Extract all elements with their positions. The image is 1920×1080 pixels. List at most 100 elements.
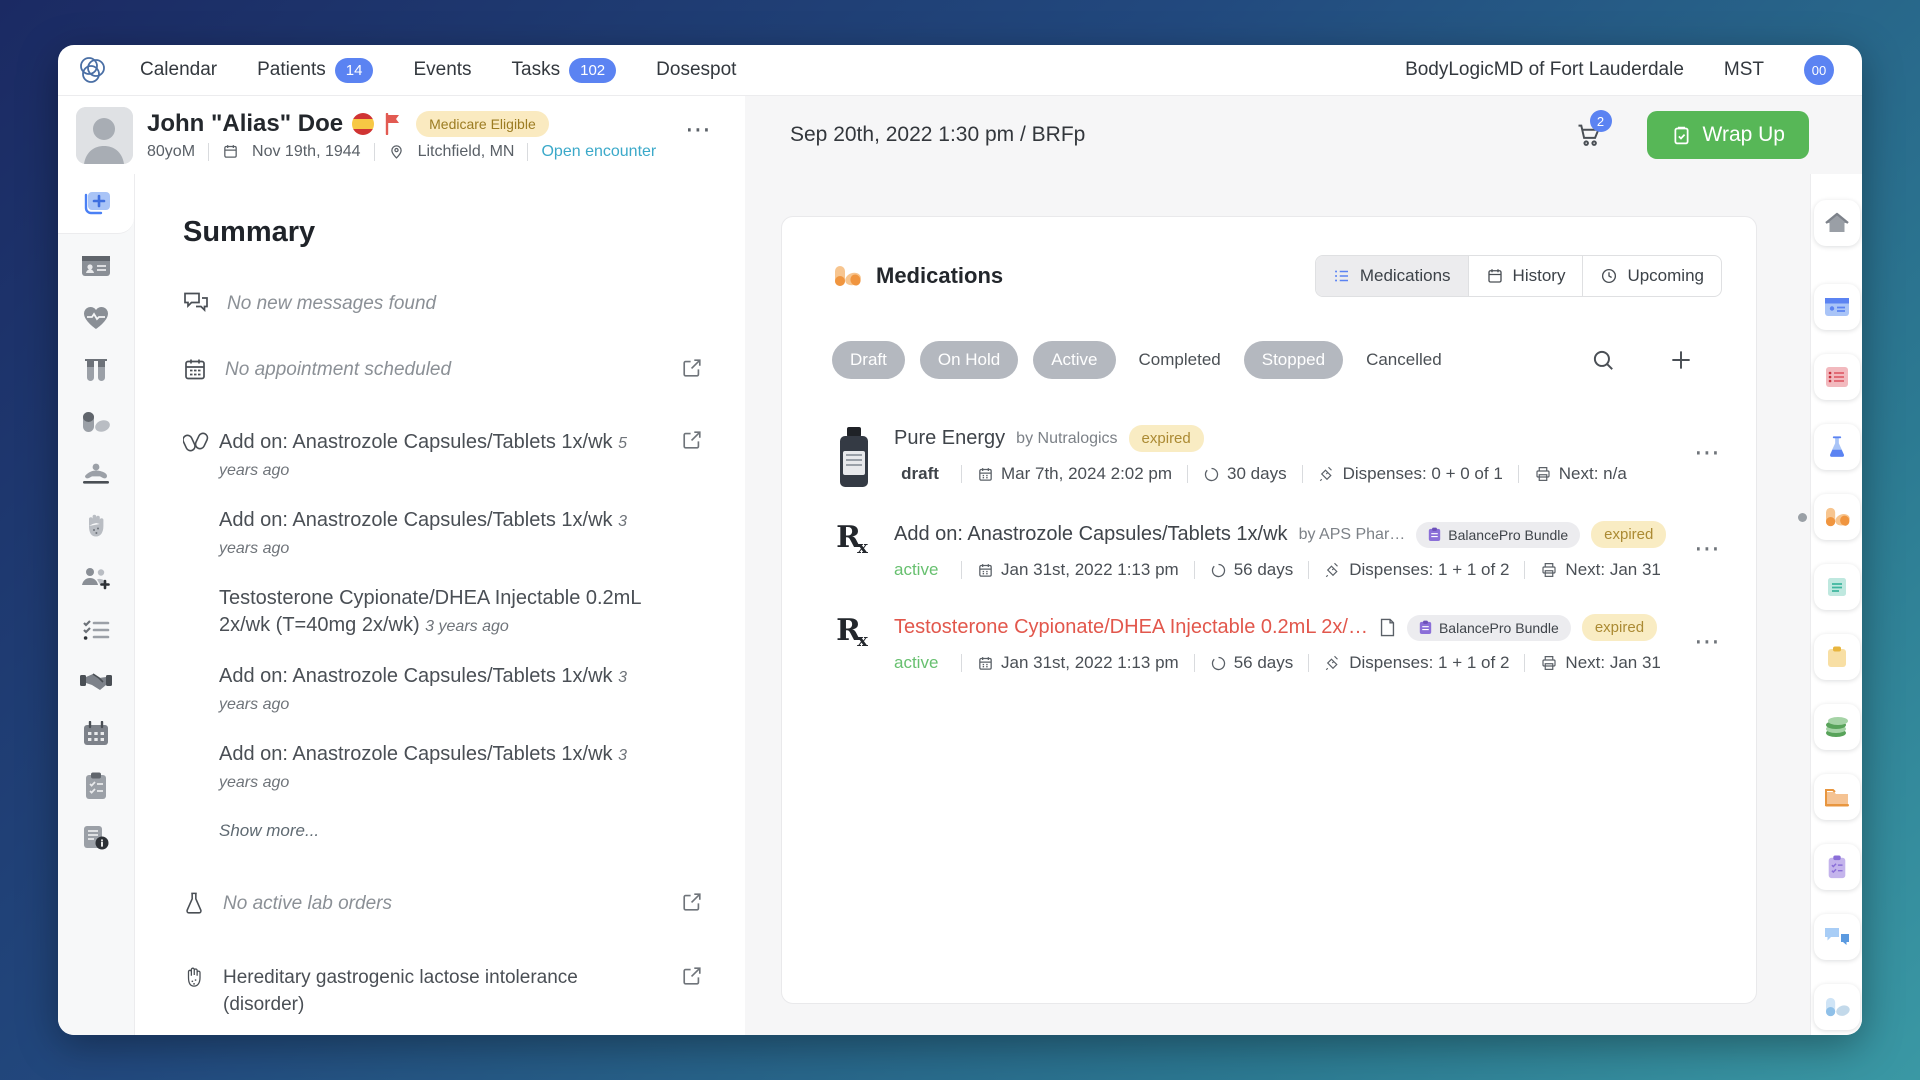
filter-stopped[interactable]: Stopped	[1244, 341, 1343, 379]
medication-title[interactable]: Pure Energy	[894, 427, 1005, 450]
rail-item-home[interactable]	[1814, 200, 1860, 246]
medication-text[interactable]: Add on: Anastrozole Capsules/Tablets 1x/…	[219, 741, 659, 795]
filter-actions	[1590, 347, 1722, 373]
add-medication-icon[interactable]	[1668, 347, 1694, 373]
wrap-up-label: Wrap Up	[1703, 123, 1785, 147]
home-icon	[1824, 211, 1850, 235]
external-link-icon[interactable]	[681, 429, 703, 451]
nav-item-calendar[interactable]: Calendar	[140, 58, 217, 83]
nav-item-tasks[interactable]: Tasks 102	[512, 58, 617, 83]
rail-item-patient-card[interactable]	[1814, 284, 1860, 330]
right-rail	[1810, 174, 1862, 1035]
rail-item-treatment[interactable]	[76, 454, 116, 494]
row-menu-button[interactable]: ⋯	[1694, 425, 1722, 468]
row-menu-button[interactable]: ⋯	[1694, 614, 1722, 657]
nav-label: Tasks	[512, 59, 561, 81]
external-link-icon[interactable]	[681, 357, 703, 379]
nav-item-dosespot[interactable]: Dosespot	[656, 58, 736, 83]
patient-dob: Nov 19th, 1944	[252, 143, 361, 161]
rail-item-patient-card[interactable]	[76, 246, 116, 286]
open-encounter-link[interactable]: Open encounter	[541, 143, 656, 161]
medication-by: by Nutralogics	[1016, 430, 1117, 448]
summary-medication-item: Add on: Anastrozole Capsules/Tablets 1x/…	[183, 663, 703, 717]
nav-item-patients[interactable]: Patients 14	[257, 58, 373, 83]
calendar-icon	[222, 143, 239, 160]
rail-item-labs[interactable]	[76, 350, 116, 390]
patient-photo[interactable]	[76, 107, 133, 164]
medication-row[interactable]: Rx Testosterone Cypionate/DHEA Injectabl…	[832, 614, 1722, 673]
rail-item-note-add[interactable]	[58, 174, 134, 234]
rail-item-orders[interactable]	[1814, 844, 1860, 890]
calendar-icon	[977, 655, 994, 672]
rx-icon: Rx	[836, 616, 872, 646]
search-icon[interactable]	[1590, 347, 1616, 373]
rail-item-document-info[interactable]	[76, 818, 116, 858]
cart-button[interactable]: 2	[1575, 121, 1603, 149]
list-pink-icon	[1825, 366, 1849, 388]
rail-item-files[interactable]	[1814, 774, 1860, 820]
medication-title[interactable]: Add on: Anastrozole Capsules/Tablets 1x/…	[894, 523, 1288, 546]
rail-item-clipboard[interactable]	[1814, 634, 1860, 680]
medications-panel-title: Medications	[876, 263, 1003, 289]
external-link-icon[interactable]	[681, 891, 703, 913]
nav-item-events[interactable]: Events	[413, 58, 471, 83]
app-logo-icon[interactable]	[72, 53, 112, 87]
encounter-title: Sep 20th, 2022 1:30 pm / BRFp	[790, 123, 1085, 147]
medication-row[interactable]: Pure Energy by Nutralogics expired draft…	[832, 425, 1722, 487]
chat-bubbles-icon	[183, 291, 209, 315]
rail-item-documents[interactable]	[1814, 564, 1860, 610]
rail-item-care-team[interactable]	[76, 558, 116, 598]
rail-item-labs[interactable]	[1814, 424, 1860, 470]
medication-title[interactable]: Testosterone Cypionate/DHEA Injectable 0…	[894, 616, 1368, 639]
row-menu-button[interactable]: ⋯	[1694, 521, 1722, 564]
filter-draft[interactable]: Draft	[832, 341, 905, 379]
filter-on-hold[interactable]: On Hold	[920, 341, 1018, 379]
patient-card-blue-icon	[1824, 297, 1850, 317]
rail-item-messages[interactable]	[1814, 914, 1860, 960]
patient-location: Litchfield, MN	[418, 143, 515, 161]
pills-icon	[183, 431, 211, 453]
filter-cancelled[interactable]: Cancelled	[1358, 341, 1450, 379]
tab-history[interactable]: History	[1468, 256, 1583, 296]
external-link-icon[interactable]	[681, 965, 703, 987]
rail-item-billing[interactable]	[1814, 704, 1860, 750]
medications-card-header: Medications Medications Hist	[832, 217, 1722, 297]
rail-item-handshake[interactable]	[76, 662, 116, 702]
medication-duration: 56 days	[1234, 560, 1294, 580]
vitals-heart-icon	[82, 305, 110, 331]
dispense-icon	[1318, 465, 1336, 483]
show-more-link[interactable]: Show more...	[183, 821, 703, 841]
rail-item-tasks[interactable]	[76, 610, 116, 650]
medication-text[interactable]: Add on: Anastrozole Capsules/Tablets 1x/…	[219, 663, 659, 717]
dispense-icon	[1324, 561, 1342, 579]
medication-next: Next: Jan 31	[1565, 560, 1660, 580]
timezone-selector[interactable]: MST	[1724, 59, 1764, 81]
medication-text[interactable]: Add on: Anastrozole Capsules/Tablets 1x/…	[219, 429, 659, 483]
tab-medications[interactable]: Medications	[1316, 256, 1468, 296]
rail-item-supplements[interactable]	[1814, 984, 1860, 1030]
rail-item-problem-list[interactable]	[1814, 354, 1860, 400]
clipboard-amber-icon	[1826, 645, 1848, 669]
medication-name: Add on: Anastrozole Capsules/Tablets 1x/…	[219, 431, 613, 453]
rail-item-vitals[interactable]	[76, 298, 116, 338]
medication-name: Add on: Anastrozole Capsules/Tablets 1x/…	[219, 665, 613, 687]
tab-upcoming[interactable]: Upcoming	[1582, 256, 1721, 296]
note-icon[interactable]	[1379, 618, 1396, 637]
rail-item-orders[interactable]	[76, 766, 116, 806]
medication-row[interactable]: Rx Add on: Anastrozole Capsules/Tablets …	[832, 521, 1722, 580]
medication-text[interactable]: Testosterone Cypionate/DHEA Injectable 0…	[219, 585, 659, 639]
patient-card-icon	[81, 254, 111, 278]
wrap-up-button[interactable]: Wrap Up	[1647, 111, 1809, 159]
medication-name: Add on: Anastrozole Capsules/Tablets 1x/…	[219, 743, 613, 765]
user-avatar[interactable]: 00	[1804, 55, 1834, 85]
rail-item-calendar[interactable]	[76, 714, 116, 754]
medication-next: Next: n/a	[1559, 464, 1627, 484]
rail-item-medications[interactable]	[76, 402, 116, 442]
rail-item-medications[interactable]	[1814, 494, 1860, 540]
patient-menu-button[interactable]: ⋯	[685, 114, 713, 145]
allergy-text[interactable]: Hereditary gastrogenic lactose intoleran…	[223, 965, 653, 1018]
rail-item-allergies[interactable]	[76, 506, 116, 546]
medication-text[interactable]: Add on: Anastrozole Capsules/Tablets 1x/…	[219, 507, 659, 561]
filter-active[interactable]: Active	[1033, 341, 1115, 379]
filter-completed[interactable]: Completed	[1131, 341, 1229, 379]
